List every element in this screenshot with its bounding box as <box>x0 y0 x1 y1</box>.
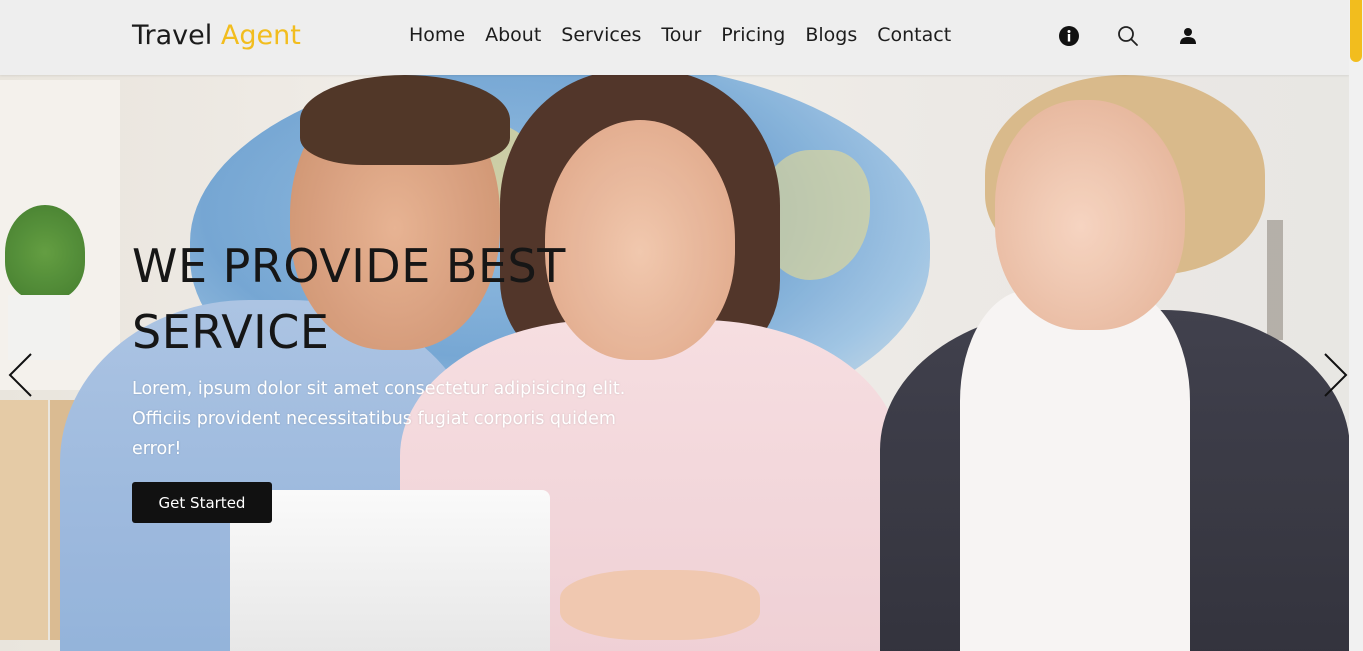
hero-description: Lorem, ipsum dolor sit amet consectetur … <box>132 379 626 459</box>
hero-title: WE PROVIDE BEST SERVICE <box>132 233 692 365</box>
nav-home[interactable]: Home <box>409 24 465 46</box>
chevron-right-icon[interactable] <box>1320 350 1350 400</box>
hero-title-line1: WE PROVIDE BEST <box>132 239 566 293</box>
main-nav: Home About Services Tour Pricing Blogs C… <box>409 24 971 46</box>
hero-title-line2: SERVICE <box>132 305 330 359</box>
nav-pricing[interactable]: Pricing <box>721 24 785 46</box>
scrollbar-thumb[interactable] <box>1350 0 1362 62</box>
brand-logo[interactable]: Travel Agent <box>132 20 301 51</box>
nav-tour[interactable]: Tour <box>661 24 701 46</box>
get-started-button[interactable]: Get Started <box>132 482 272 523</box>
info-icon[interactable] <box>1057 24 1081 48</box>
nav-about[interactable]: About <box>485 24 541 46</box>
nav-services[interactable]: Services <box>561 24 641 46</box>
nav-blogs[interactable]: Blogs <box>805 24 857 46</box>
brand-name: Travel <box>132 20 213 51</box>
chevron-left-icon[interactable] <box>6 350 36 400</box>
page-scrollbar[interactable] <box>1349 0 1363 651</box>
site-header: Travel Agent Home About Services Tour Pr… <box>0 0 1349 75</box>
nav-contact[interactable]: Contact <box>877 24 951 46</box>
search-icon[interactable] <box>1116 24 1140 48</box>
user-icon[interactable] <box>1176 24 1200 48</box>
brand-accent: Agent <box>220 20 301 51</box>
